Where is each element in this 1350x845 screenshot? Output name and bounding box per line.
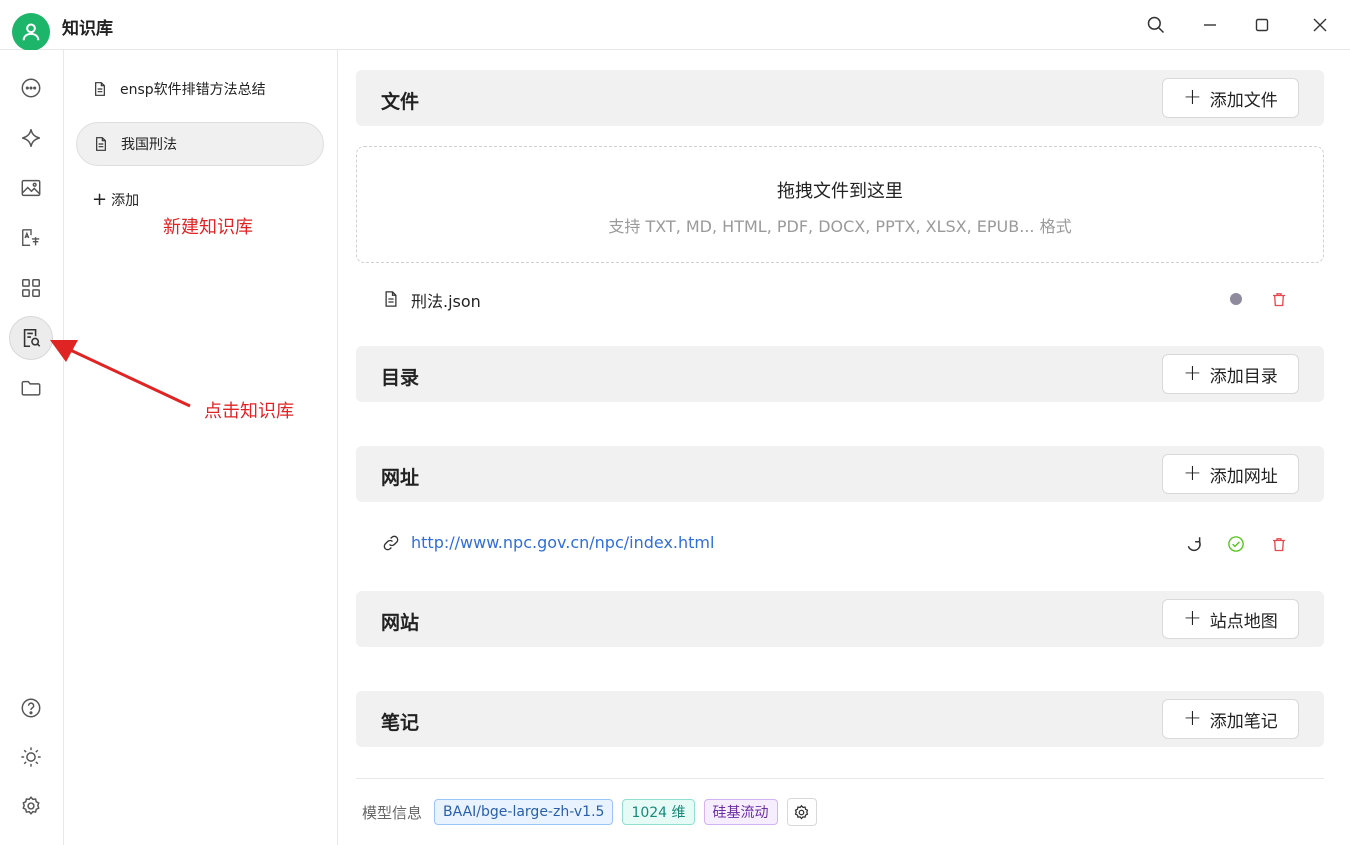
url-link[interactable]: http://www.npc.gov.cn/npc/index.html (411, 533, 714, 552)
maximize-button[interactable] (1249, 12, 1275, 38)
user-avatar[interactable] (12, 13, 50, 51)
knowledge-base-icon (23, 328, 41, 348)
nav-rail (0, 50, 64, 845)
maximize-icon (1255, 18, 1269, 32)
file-icon (382, 289, 400, 309)
trash-icon (1273, 537, 1285, 551)
model-info: 模型信息 BAAI/bge-large-zh-v1.5 1024 维 硅基流动 (362, 798, 817, 826)
section-notes: 笔记 + 添加笔记 (356, 691, 1324, 747)
add-file-button[interactable]: + 添加文件 (1162, 78, 1299, 118)
section-title: 笔记 (381, 712, 420, 734)
section-directories: 目录 + 添加目录 (356, 346, 1324, 402)
annotation-arrow-icon (50, 340, 191, 408)
add-note-button[interactable]: + 添加笔记 (1162, 699, 1299, 739)
kb-item-label: ensp软件排错方法总结 (120, 82, 266, 98)
kb-item-criminal-law[interactable]: 我国刑法 (76, 122, 324, 166)
help-icon (21, 698, 41, 718)
model-info-label: 模型信息 (362, 803, 423, 822)
file-name: 刑法.json (411, 292, 481, 311)
gear-icon (794, 804, 809, 819)
rail-item-apps[interactable] (9, 266, 53, 310)
rail-item-help[interactable] (9, 686, 53, 730)
grid-icon (22, 279, 40, 297)
close-icon (1313, 18, 1327, 32)
check-circle-icon (1226, 534, 1246, 554)
url-row: http://www.npc.gov.cn/npc/index.html (356, 524, 1324, 564)
plus-icon: + (1183, 461, 1202, 486)
section-title: 文件 (381, 91, 420, 113)
translate-icon (22, 229, 40, 247)
minimize-icon (1204, 24, 1216, 26)
section-urls: 网址 + 添加网址 (356, 446, 1324, 502)
add-url-button[interactable]: + 添加网址 (1162, 454, 1299, 494)
delete-file-button[interactable] (1269, 289, 1289, 309)
add-directory-button[interactable]: + 添加目录 (1162, 354, 1299, 394)
kb-item-ensp[interactable]: ensp软件排错方法总结 (76, 67, 324, 111)
section-websites: 网站 + 站点地图 (356, 591, 1324, 647)
plus-icon: + (1183, 85, 1202, 110)
gear-icon (22, 796, 40, 815)
add-sitemap-button[interactable]: + 站点地图 (1162, 599, 1299, 639)
dimension-badge: 1024 维 (622, 799, 695, 825)
section-title: 网站 (381, 612, 420, 634)
section-title: 目录 (381, 367, 420, 389)
folder-icon (21, 380, 41, 396)
rail-item-images[interactable] (9, 166, 53, 210)
dropzone-subtitle: 支持 TXT, MD, HTML, PDF, DOCX, PPTX, XLSX,… (608, 217, 1072, 236)
sparkle-icon (22, 129, 40, 147)
link-icon (382, 534, 400, 552)
section-title: 网址 (381, 467, 420, 489)
annotation-click-kb: 点击知识库 (204, 401, 294, 422)
image-icon (21, 179, 41, 197)
add-kb-button[interactable]: + 添加 (92, 190, 139, 210)
rail-item-agents[interactable] (9, 116, 53, 160)
model-name-badge: BAAI/bge-large-zh-v1.5 (434, 799, 614, 825)
refresh-icon (1187, 537, 1201, 552)
plus-icon: + (92, 189, 108, 210)
divider (356, 778, 1324, 779)
rail-item-settings[interactable] (9, 784, 53, 828)
document-icon (93, 136, 109, 152)
dropzone-title: 拖拽文件到这里 (777, 181, 903, 202)
kb-item-label: 我国刑法 (121, 137, 177, 153)
model-settings-button[interactable] (786, 798, 817, 826)
search-button[interactable] (1143, 12, 1169, 38)
refresh-url-button[interactable] (1184, 534, 1204, 554)
search-icon (1147, 16, 1165, 34)
close-button[interactable] (1307, 12, 1333, 38)
plus-icon: + (1183, 706, 1202, 731)
file-row: 刑法.json (356, 279, 1324, 319)
sun-icon (21, 747, 41, 767)
plus-icon: + (1183, 361, 1202, 386)
provider-badge: 硅基流动 (703, 799, 778, 825)
file-dropzone[interactable]: 拖拽文件到这里 支持 TXT, MD, HTML, PDF, DOCX, PPT… (356, 146, 1324, 263)
rail-item-chat[interactable] (9, 66, 53, 110)
chat-bubble-icon (21, 78, 41, 98)
section-files: 文件 + 添加文件 (356, 70, 1324, 126)
rail-item-translate[interactable] (9, 216, 53, 260)
annotation-new-kb: 新建知识库 (163, 217, 253, 238)
title-bar: 知识库 (0, 0, 1350, 51)
minimize-button[interactable] (1197, 12, 1223, 38)
document-icon (92, 81, 108, 97)
page-title: 知识库 (62, 19, 113, 39)
rail-item-theme[interactable] (9, 735, 53, 779)
status-dot-icon (1226, 289, 1246, 309)
delete-url-button[interactable] (1269, 534, 1289, 554)
trash-icon (1273, 292, 1285, 306)
knowledge-base-list: ensp软件排错方法总结 我国刑法 + 添加 (64, 50, 338, 845)
kb-detail-panel: 文件 + 添加文件 拖拽文件到这里 支持 TXT, MD, HTML, PDF,… (338, 50, 1350, 845)
plus-icon: + (1183, 606, 1202, 631)
user-icon (22, 23, 40, 41)
